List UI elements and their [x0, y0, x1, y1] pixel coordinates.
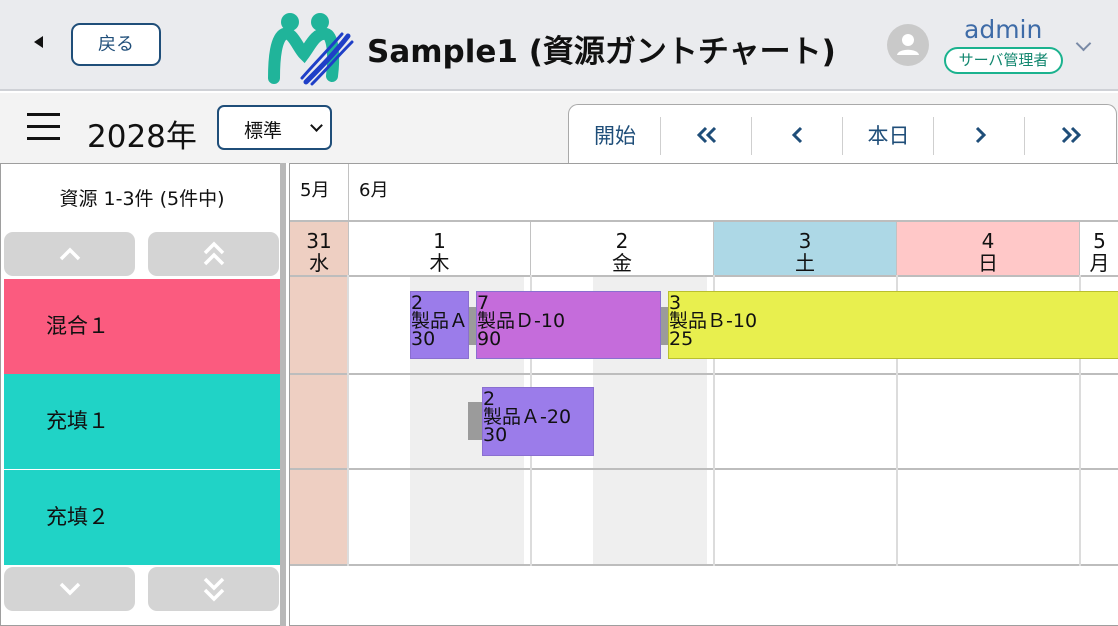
day-header: 3土 — [713, 222, 896, 275]
chevron-left-icon — [791, 126, 802, 143]
user-role-badge: サーバ管理者 — [944, 47, 1063, 74]
view-mode-value: 標準 — [244, 120, 283, 142]
grid-line — [290, 373, 1118, 375]
day-of-week: 水 — [309, 251, 329, 275]
nav-last-button[interactable] — [1025, 105, 1117, 164]
grid-line — [290, 564, 1118, 566]
app-logo — [268, 13, 354, 86]
day-number: 5 — [1093, 229, 1106, 253]
resource-count: 資源 1-3件 (5件中) — [59, 188, 225, 210]
day-number: 3 — [798, 229, 812, 253]
user-name[interactable]: admin — [964, 15, 1042, 44]
nav-first-button[interactable] — [661, 105, 752, 164]
setup-time-marker — [468, 402, 482, 440]
resource-name: 充填２ — [46, 505, 109, 529]
task-quantity: 90 — [477, 328, 502, 350]
scroll-down-button[interactable] — [4, 567, 135, 611]
chevron-down-icon[interactable] — [1075, 35, 1092, 52]
day-of-week: 土 — [795, 251, 815, 275]
resource-name: 充填１ — [46, 409, 109, 433]
month-label: 6月 — [348, 164, 1118, 220]
task-quantity: 30 — [411, 328, 436, 350]
task-bar[interactable]: 3 製品Ｂ-10 25 — [668, 291, 1118, 359]
date-navigation: 開始 本日 — [568, 104, 1117, 164]
user-avatar-icon[interactable] — [887, 24, 929, 66]
nav-next-button[interactable] — [934, 105, 1025, 164]
chevron-down-icon — [59, 582, 80, 596]
day-of-week: 木 — [429, 251, 450, 275]
day-number: 2 — [615, 229, 629, 253]
task-bar[interactable]: 2 製品Ａ 30 — [410, 291, 469, 359]
task-product: 製品Ｄ-10 — [477, 310, 566, 332]
scroll-up-button[interactable] — [4, 232, 135, 276]
double-chevron-down-icon — [203, 577, 224, 602]
page-title: Sample1 (資源ガントチャート) — [367, 34, 836, 70]
double-chevron-right-icon — [1061, 126, 1082, 143]
back-arrow-icon[interactable] — [34, 36, 43, 48]
back-button[interactable]: 戻る — [71, 23, 161, 66]
task-bar[interactable]: 7 製品Ｄ-10 90 — [476, 291, 661, 359]
resource-panel: 資源 1-3件 (5件中) 混合１ 充填１ 充填２ — [0, 163, 282, 626]
double-chevron-up-icon — [203, 241, 224, 266]
resource-row[interactable]: 混合１ — [4, 279, 280, 374]
day-number: 1 — [433, 229, 446, 253]
resource-name: 混合１ — [46, 314, 109, 338]
view-mode-select[interactable]: 標準 — [217, 105, 332, 150]
app-header: 戻る Sample1 (資源ガントチャート) admin サーバ管理者 — [0, 0, 1118, 91]
task-product: 製品Ｂ-10 — [669, 310, 758, 332]
grid-line — [347, 275, 349, 566]
day-header: 31 水 — [290, 222, 348, 275]
day-of-week: 月 — [1089, 251, 1110, 275]
scroll-top-button[interactable] — [148, 232, 279, 276]
task-quantity: 30 — [483, 424, 508, 446]
chevron-right-icon — [975, 126, 986, 143]
day-number: 4 — [981, 229, 995, 253]
grid-line — [290, 220, 1118, 222]
task-bar[interactable]: 2 製品Ａ-20 30 — [482, 387, 594, 456]
month-label: 5月 — [300, 180, 330, 201]
gantt-chart: 5月 6月 31 水 1木 2金 3土 4日 5月 2 製品Ａ 30 7 製品Ｄ-… — [289, 163, 1118, 626]
day-header: 1木 — [348, 222, 530, 275]
resource-row[interactable]: 充填２ — [4, 470, 280, 565]
year-label: 2028年 — [87, 119, 197, 155]
day-header: 2金 — [530, 222, 713, 275]
day-of-week: 金 — [612, 251, 632, 275]
day-number: 31 — [306, 229, 332, 253]
hamburger-menu-icon[interactable] — [27, 113, 60, 140]
scroll-bottom-button[interactable] — [148, 567, 279, 611]
nav-today-button[interactable]: 本日 — [843, 105, 934, 164]
nav-start-button[interactable]: 開始 — [569, 105, 661, 164]
nav-prev-button[interactable] — [752, 105, 843, 164]
chevron-down-icon — [310, 119, 323, 132]
grid-line — [290, 275, 1118, 277]
double-chevron-left-icon — [696, 126, 716, 143]
panel-splitter[interactable] — [280, 163, 286, 626]
resource-row[interactable]: 充填１ — [4, 374, 280, 469]
grid-line — [290, 468, 1118, 470]
day-of-week: 日 — [978, 251, 998, 275]
day-header: 4日 — [896, 222, 1079, 275]
chevron-up-icon — [59, 247, 80, 261]
day-column-bg — [290, 277, 347, 566]
task-quantity: 25 — [669, 328, 694, 350]
day-header: 5月 — [1079, 222, 1118, 275]
